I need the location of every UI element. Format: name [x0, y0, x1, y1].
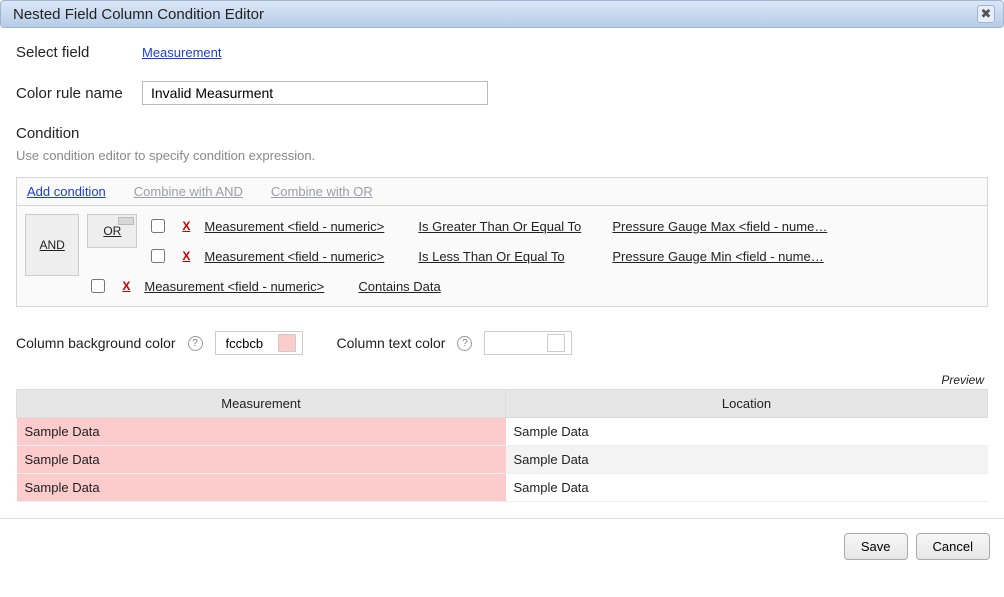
row-checkbox[interactable] — [91, 279, 105, 293]
save-button[interactable]: Save — [844, 533, 908, 560]
and-block-label: AND — [40, 238, 65, 252]
or-block[interactable]: OR — [87, 214, 137, 248]
row-field-link[interactable]: Measurement <field - numeric> — [204, 249, 404, 264]
and-block[interactable]: AND — [25, 214, 79, 276]
bg-swatch-icon[interactable] — [278, 334, 296, 352]
dialog-title: Nested Field Column Condition Editor — [13, 6, 264, 23]
rule-name-input[interactable] — [142, 81, 488, 105]
row-operator-link[interactable]: Contains Data — [358, 279, 538, 294]
condition-row: X Measurement <field - numeric> Contains… — [87, 274, 979, 298]
condition-description: Use condition editor to specify conditio… — [16, 148, 988, 163]
combine-and-link: Combine with AND — [134, 184, 243, 199]
row-checkbox[interactable] — [151, 249, 165, 263]
preview-table: Measurement Location Sample Data Sample … — [16, 389, 988, 502]
row-operator-link[interactable]: Is Greater Than Or Equal To — [418, 219, 598, 234]
colors-row: Column background color ? Column text co… — [16, 331, 988, 355]
bg-color-field — [215, 331, 303, 355]
delete-row-icon[interactable]: X — [182, 249, 190, 263]
rule-name-label: Color rule name — [16, 85, 124, 102]
help-icon[interactable]: ? — [457, 336, 472, 351]
cell: Sample Data — [506, 446, 988, 474]
row-checkbox[interactable] — [151, 219, 165, 233]
bg-color-label: Column background color — [16, 335, 176, 351]
column-header: Location — [506, 390, 988, 418]
condition-row: X Measurement <field - numeric> Is Less … — [147, 244, 979, 268]
help-icon[interactable]: ? — [188, 336, 203, 351]
column-header: Measurement — [17, 390, 506, 418]
cell: Sample Data — [506, 418, 988, 446]
bg-color-input[interactable] — [224, 335, 272, 352]
table-row: Sample Data Sample Data — [17, 446, 988, 474]
cancel-button[interactable]: Cancel — [916, 533, 990, 560]
cell: Sample Data — [506, 474, 988, 502]
rule-name-row: Color rule name — [16, 81, 988, 105]
close-icon[interactable]: ✖ — [977, 5, 995, 23]
row-operator-link[interactable]: Is Less Than Or Equal To — [418, 249, 598, 264]
delete-row-icon[interactable]: X — [182, 219, 190, 233]
cell: Sample Data — [17, 446, 506, 474]
select-field-row: Select field Measurement — [16, 44, 988, 61]
condition-heading: Condition — [16, 125, 988, 142]
cell: Sample Data — [17, 418, 506, 446]
condition-editor: Add condition Combine with AND Combine w… — [16, 177, 988, 307]
or-block-handle-icon[interactable] — [118, 217, 134, 225]
condition-toolbar: Add condition Combine with AND Combine w… — [17, 178, 987, 206]
selected-field-link[interactable]: Measurement — [142, 45, 221, 60]
text-color-label: Column text color — [337, 335, 446, 351]
row-field-link[interactable]: Measurement <field - numeric> — [144, 279, 344, 294]
or-block-label: OR — [103, 224, 121, 238]
text-color-field — [484, 331, 572, 355]
table-row: Sample Data Sample Data — [17, 474, 988, 502]
row-value-link[interactable]: Pressure Gauge Max <field - nume… — [612, 219, 979, 234]
condition-row: X Measurement <field - numeric> Is Great… — [147, 214, 979, 238]
select-field-label: Select field — [16, 44, 124, 61]
dialog-footer: Save Cancel — [0, 518, 1004, 574]
text-color-input[interactable] — [493, 335, 541, 352]
dialog-titlebar: Nested Field Column Condition Editor ✖ — [0, 0, 1004, 28]
delete-row-icon[interactable]: X — [122, 279, 130, 293]
text-swatch-icon[interactable] — [547, 334, 565, 352]
row-value-link[interactable]: Pressure Gauge Min <field - nume… — [612, 249, 979, 264]
preview-label: Preview — [16, 373, 988, 387]
cell: Sample Data — [17, 474, 506, 502]
row-field-link[interactable]: Measurement <field - numeric> — [204, 219, 404, 234]
add-condition-link[interactable]: Add condition — [27, 184, 106, 199]
table-row: Sample Data Sample Data — [17, 418, 988, 446]
combine-or-link: Combine with OR — [271, 184, 373, 199]
